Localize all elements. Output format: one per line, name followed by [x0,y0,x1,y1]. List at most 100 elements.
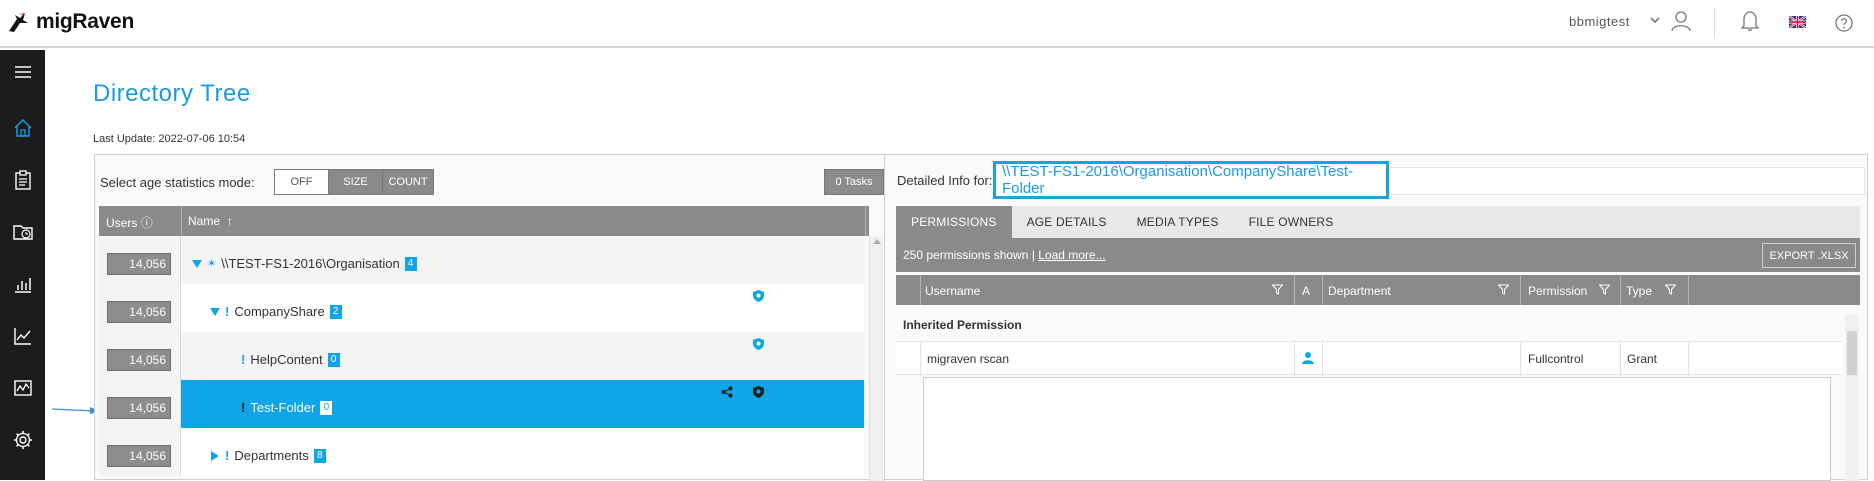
tree-node-label: HelpContent [250,352,323,367]
tree-body: 14,056 ✶ \\TEST-FS1-2016\Organisation 4 … [99,236,869,481]
tab-file-owners[interactable]: FILE OWNERS [1234,206,1349,238]
clock-folder-icon [12,225,33,240]
filter-icon[interactable] [1599,284,1610,295]
user-icon[interactable] [1670,9,1692,33]
tab-media-types[interactable]: MEDIA TYPES [1122,206,1234,238]
user-count: 14,056 [107,445,171,467]
tree-row-selected[interactable]: 14,056 ! Test-Folder 0 [99,380,864,428]
users-column-header[interactable]: Users ⓘ [106,214,153,231]
permissions-count: 250 permissions shown | Load more... [903,248,1106,262]
load-more-link[interactable]: Load more... [1038,248,1105,262]
top-bar: migRaven bbmigtest [0,0,1874,48]
tree-row[interactable]: 14,056 ! HelpContent 0 [99,332,864,380]
age-mode-off[interactable]: OFF [275,170,329,194]
collapsed-triangle-icon[interactable] [210,450,220,461]
tree-row[interactable]: 14,056 ! Departments 8 [99,428,864,476]
child-count-badge: 0 [327,352,340,367]
detail-tabs: PERMISSIONS AGE DETAILS MEDIA TYPES FILE… [896,206,1860,238]
tab-age-details[interactable]: AGE DETAILS [1012,206,1122,238]
sidebar-item-settings[interactable] [0,418,45,462]
user-count: 14,056 [107,301,171,323]
expanded-triangle-icon[interactable] [210,307,220,317]
chevron-down-icon[interactable] [1648,13,1662,27]
page-title: Directory Tree [93,80,251,107]
tree-node-label: Departments [234,448,309,463]
sidebar-item-statistics[interactable] [0,262,45,306]
tree-row[interactable]: 14,056 ! CompanyShare 2 [99,284,864,332]
tab-permissions[interactable]: PERMISSIONS [896,206,1012,238]
permissions-scrollbar[interactable] [1845,315,1859,481]
warning-marker-icon: ! [241,352,246,367]
scroll-thumb[interactable] [1847,331,1857,375]
expanded-triangle-icon[interactable] [192,259,202,269]
department-column-header[interactable]: Department [1328,284,1391,298]
gear-icon [13,431,32,449]
clipboard-icon [14,170,31,190]
sidebar-item-home[interactable] [0,106,45,150]
tree-scrollbar[interactable] [869,236,883,481]
a-column-header[interactable]: A [1302,284,1310,298]
user-count: 14,056 [107,349,171,371]
scroll-up-icon[interactable] [873,239,881,244]
user-account-icon [1302,352,1314,364]
permissions-table-header: Username A Department Permission Type [896,275,1860,305]
sidebar-item-reports[interactable] [0,158,45,202]
last-update: Last Update: 2022-07-06 10:54 [93,133,246,145]
child-count-badge: 4 [404,256,417,271]
age-mode-count[interactable]: COUNT [383,170,433,194]
permission-column-header[interactable]: Permission [1528,284,1587,298]
tree-node-label: Test-Folder [250,400,316,415]
username-column-header[interactable]: Username [925,284,980,298]
star-marker-icon: ✶ [207,258,217,270]
table-row[interactable]: migraven rscan Fullcontrol Grant [896,341,1842,376]
detail-panel: Detailed Info for: \\TEST-FS1-2016\Organ… [895,155,1869,481]
permissions-toolbar: 250 permissions shown | Load more... EXP… [896,238,1860,272]
user-name[interactable]: bbmigtest [1569,14,1630,29]
warning-marker-icon: ! [225,304,230,319]
user-count: 14,056 [107,397,171,419]
age-mode-label: Select age statistics mode: [100,175,255,190]
warning-marker-icon: ! [241,400,246,415]
child-count-badge: 8 [313,448,326,463]
tree-header: Users ⓘ Name ↑ [99,206,869,236]
app-name: migRaven [36,10,134,33]
sidebar-item-age[interactable] [0,210,45,254]
logo[interactable]: migRaven [6,9,134,35]
menu-icon [14,66,31,78]
age-mode-toggle[interactable]: OFF SIZE COUNT [274,169,434,195]
tree-node-label: \\TEST-FS1-2016\Organisation [221,256,400,271]
child-count-badge: 0 [320,400,333,415]
flag-icon[interactable] [1789,16,1806,28]
permissions-details-area [923,377,1831,481]
name-column-header[interactable]: Name ↑ [188,214,233,228]
detail-label: Detailed Info for: [897,173,993,188]
raven-logo-icon [9,12,28,32]
shield-icon [753,290,764,302]
tree-row[interactable]: 14,056 ✶ \\TEST-FS1-2016\Organisation 4 [99,236,864,284]
top-divider [1714,8,1715,38]
export-xlsx-button[interactable]: EXPORT .XLSX [1762,243,1856,268]
sidebar-item-trends[interactable] [0,314,45,358]
filter-icon[interactable] [1272,284,1283,295]
menu-button[interactable] [0,50,45,94]
filter-icon[interactable] [1665,284,1676,295]
activity-icon [13,380,32,396]
tasks-button[interactable]: 0 Tasks [824,169,884,195]
warning-marker-icon: ! [225,448,230,463]
age-mode-size[interactable]: SIZE [329,170,383,194]
bell-icon[interactable] [1740,9,1760,33]
tree-panel: Select age statistics mode: OFF SIZE COU… [95,155,885,481]
home-icon [13,118,32,137]
detail-path[interactable]: \\TEST-FS1-2016\Organisation\CompanyShar… [993,161,1389,199]
group-header: Inherited Permission [903,318,1022,332]
filter-icon[interactable] [1498,284,1509,295]
bar-chart-icon [14,278,31,293]
sidebar-item-activity[interactable] [0,366,45,410]
type-column-header[interactable]: Type [1626,284,1652,298]
info-icon[interactable]: ⓘ [141,216,153,230]
help-icon[interactable] [1834,13,1854,33]
line-chart-icon [13,328,31,345]
shield-icon [753,338,764,350]
user-count: 14,056 [107,253,171,275]
username-cell: migraven rscan [927,352,1010,366]
